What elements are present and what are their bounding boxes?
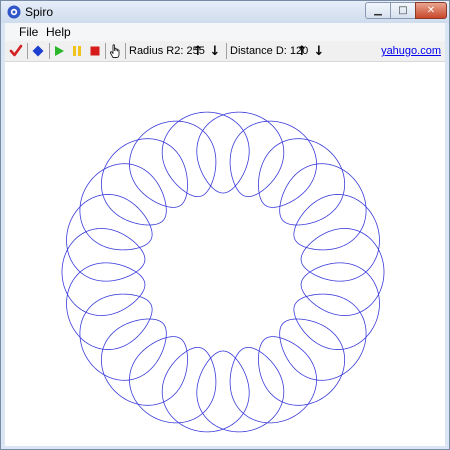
maximize-button[interactable]: □ (390, 2, 416, 19)
spirograph-svg (61, 111, 385, 433)
color-button[interactable] (29, 42, 47, 60)
check-button[interactable] (7, 42, 25, 60)
client-area: File Help Radius R2: 255 ↑ ↓ Distance D:… (5, 23, 445, 446)
arrow-up-icon: ↑ (296, 43, 308, 59)
spiro-window: Spiro ▁ □ ✕ File Help Radius R2: 255 ↑ ↓… (0, 0, 450, 450)
website-link[interactable]: yahugo.com (381, 45, 441, 57)
toolbar-separator (27, 43, 28, 59)
spirograph-curve (61, 111, 385, 433)
drawing-canvas[interactable] (5, 62, 445, 446)
menu-bar: File Help (5, 23, 445, 41)
pause-button[interactable] (68, 42, 86, 60)
menu-file[interactable]: File (19, 25, 38, 39)
close-button[interactable]: ✕ (415, 2, 447, 19)
arrow-down-icon: ↓ (313, 43, 325, 59)
play-button[interactable] (50, 42, 68, 60)
distance-down-button[interactable]: ↓ (312, 43, 326, 59)
hand-icon (109, 44, 120, 58)
diamond-icon (32, 45, 44, 57)
arrow-up-icon: ↑ (192, 43, 204, 59)
check-icon (9, 44, 23, 57)
radius-up-button[interactable]: ↑ (191, 43, 205, 59)
play-icon (55, 46, 64, 56)
pause-icon (73, 46, 81, 56)
distance-up-button[interactable]: ↑ (295, 43, 309, 59)
arrow-down-icon: ↓ (209, 43, 221, 59)
title-bar: Spiro ▁ □ ✕ (1, 1, 449, 23)
radius-down-button[interactable]: ↓ (208, 43, 222, 59)
toolbar-separator (226, 43, 227, 59)
toolbar-separator (125, 43, 126, 59)
stop-icon (90, 46, 100, 56)
stop-button[interactable] (86, 42, 104, 60)
hand-button[interactable] (106, 42, 124, 60)
toolbar: Radius R2: 255 ↑ ↓ Distance D: 120 ↑ ↓ y… (5, 41, 445, 62)
window-title: Spiro (25, 5, 54, 19)
minimize-button[interactable]: ▁ (365, 2, 391, 19)
app-icon (7, 5, 21, 19)
menu-help[interactable]: Help (46, 25, 71, 39)
